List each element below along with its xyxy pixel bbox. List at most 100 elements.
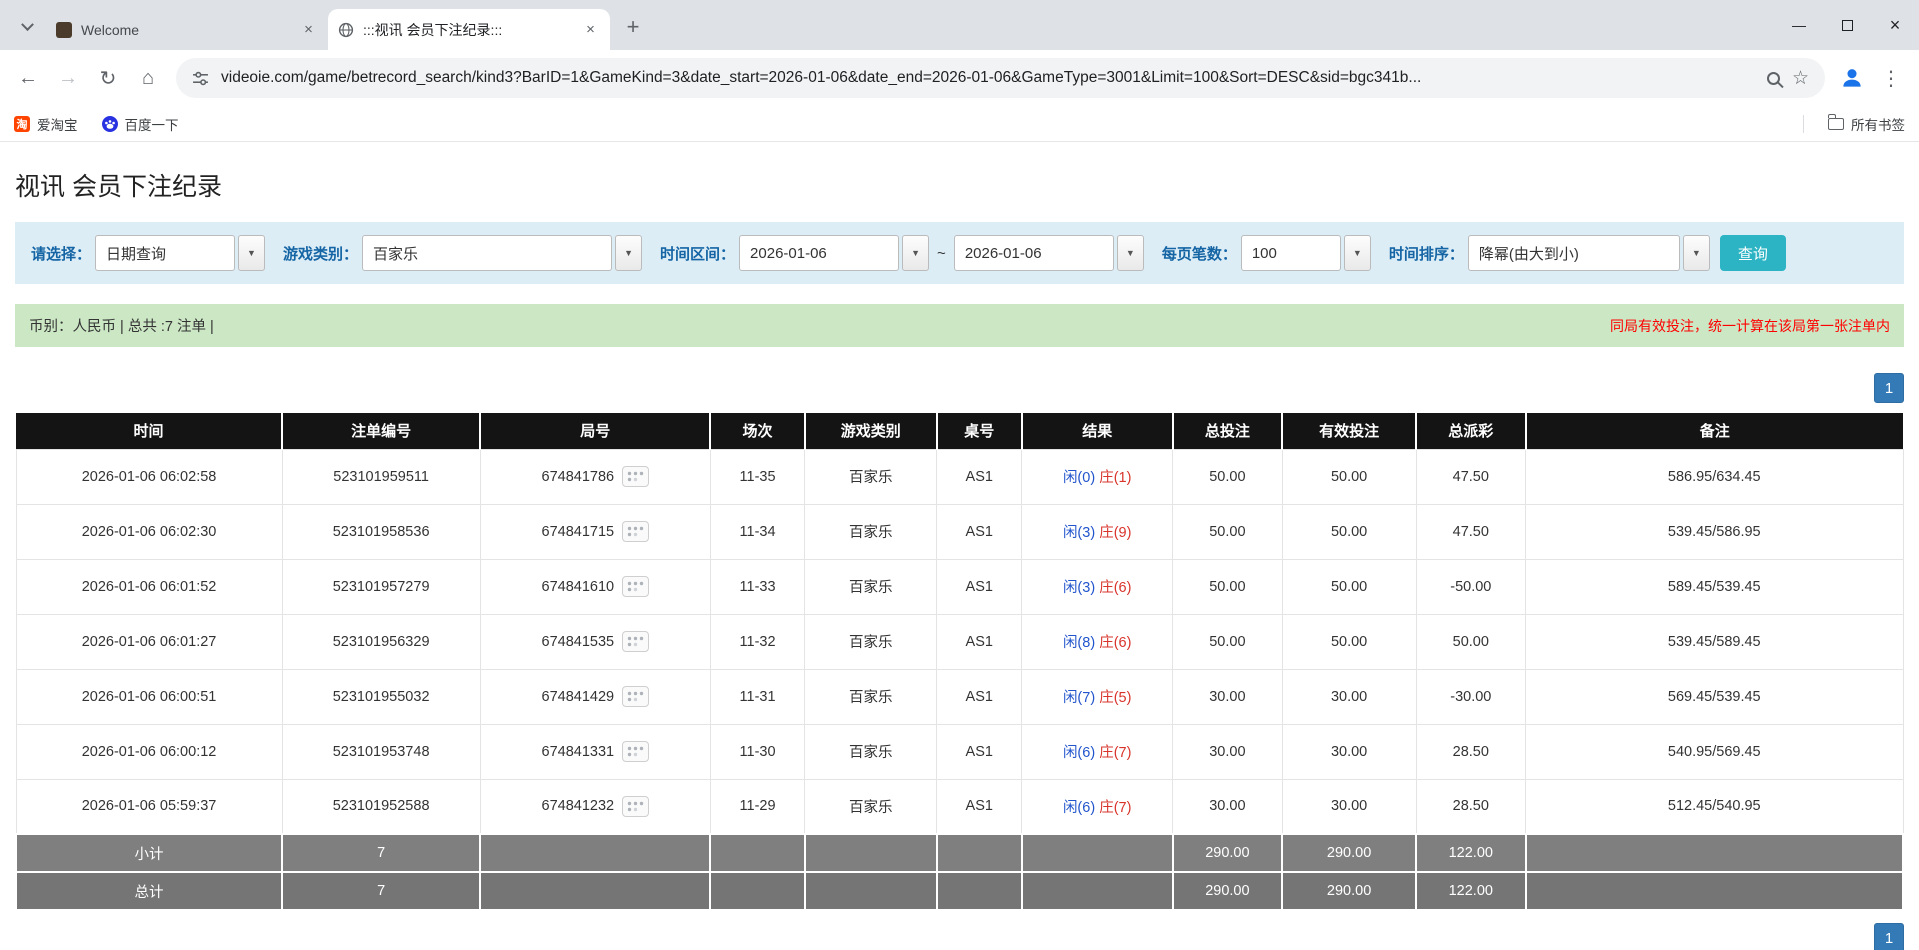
nav-bar: ← → ↻ ⌂ videoie.com/game/betrecord_searc…	[0, 50, 1919, 106]
date-range-separator: ~	[937, 245, 946, 262]
bookmark-aitaobao[interactable]: 淘 爱淘宝	[14, 114, 78, 134]
roadmap-icon[interactable]	[622, 576, 649, 597]
bookmark-star-icon[interactable]: ☆	[1792, 67, 1809, 90]
roadmap-icon[interactable]	[622, 796, 649, 817]
cell-result: 闲(3) 庄(9)	[1022, 504, 1173, 559]
site-info-icon[interactable]	[192, 70, 209, 87]
cell-table-no: AS1	[937, 449, 1022, 504]
close-window-button[interactable]: ×	[1871, 0, 1919, 50]
cell-bet-id: 523101957279	[282, 559, 480, 614]
roadmap-icon[interactable]	[622, 631, 649, 652]
cell-time: 2026-01-06 05:59:37	[16, 779, 282, 834]
per-page-input[interactable]: 100	[1241, 235, 1341, 271]
maximize-button[interactable]	[1823, 0, 1871, 50]
maximize-icon	[1842, 20, 1853, 31]
round-id-text: 674841786	[542, 469, 615, 485]
cell-total-bet[interactable]: 50.00	[1173, 449, 1282, 504]
tab-betrecord[interactable]: :::视讯 会员下注纪录::: ×	[328, 9, 610, 50]
cell-session: 11-34	[710, 504, 804, 559]
cell-total-bet[interactable]: 50.00	[1173, 559, 1282, 614]
cell-payout: 28.50	[1416, 724, 1525, 779]
tab-welcome[interactable]: Welcome ×	[46, 9, 328, 50]
cell-time: 2026-01-06 06:01:52	[16, 559, 282, 614]
round-id-text: 674841535	[542, 634, 615, 650]
sort-input[interactable]: 降幂(由大到小)	[1468, 235, 1680, 271]
roadmap-icon[interactable]	[622, 466, 649, 487]
col-header-bet-id: 注单编号	[282, 413, 480, 449]
date-end-dropdown-button[interactable]: ▼	[1117, 235, 1144, 271]
cell-note: 539.45/589.45	[1526, 614, 1903, 669]
cell-note: 589.45/539.45	[1526, 559, 1903, 614]
tab-search-button[interactable]	[12, 12, 42, 42]
cell-time: 2026-01-06 06:02:30	[16, 504, 282, 559]
minimize-button[interactable]: —	[1775, 0, 1823, 50]
url-text[interactable]: videoie.com/game/betrecord_search/kind3?…	[221, 69, 1755, 87]
roadmap-icon[interactable]	[622, 521, 649, 542]
result-player: 闲(3)	[1063, 525, 1095, 541]
bookmarks-bar: 淘 爱淘宝 百度一下 所有书签	[0, 106, 1919, 142]
menu-kebab-icon[interactable]: ⋮	[1873, 60, 1909, 96]
sort-dropdown-button[interactable]: ▼	[1683, 235, 1710, 271]
subtotal-label: 小计	[16, 834, 282, 872]
cell-total-bet[interactable]: 30.00	[1173, 779, 1282, 834]
result-player: 闲(8)	[1063, 635, 1095, 651]
cell-note: 586.95/634.45	[1526, 449, 1903, 504]
close-tab-icon[interactable]: ×	[581, 20, 600, 39]
search-button[interactable]: 查询	[1720, 235, 1786, 271]
roadmap-icon[interactable]	[622, 686, 649, 707]
result-player: 闲(6)	[1063, 800, 1095, 816]
roadmap-icon[interactable]	[622, 741, 649, 762]
cell-total-bet[interactable]: 50.00	[1173, 504, 1282, 559]
cell-valid-bet: 30.00	[1282, 669, 1416, 724]
cell-valid-bet: 30.00	[1282, 779, 1416, 834]
new-tab-button[interactable]: +	[618, 12, 648, 42]
game-kind-input[interactable]: 百家乐	[362, 235, 612, 271]
query-type-input[interactable]: 日期查询	[95, 235, 235, 271]
cell-game: 百家乐	[805, 724, 937, 779]
cell-bet-id: 523101953748	[282, 724, 480, 779]
cell-table-no: AS1	[937, 559, 1022, 614]
bookmark-baidu[interactable]: 百度一下	[102, 114, 179, 134]
page-1-button[interactable]: 1	[1874, 373, 1904, 403]
date-start-dropdown-button[interactable]: ▼	[902, 235, 929, 271]
cell-payout: -50.00	[1416, 559, 1525, 614]
dropdown-arrow-icon: ▼	[1353, 248, 1362, 258]
col-header-session: 场次	[710, 413, 804, 449]
profile-avatar[interactable]	[1835, 61, 1869, 95]
address-bar[interactable]: videoie.com/game/betrecord_search/kind3?…	[176, 58, 1825, 98]
home-button[interactable]: ⌂	[130, 60, 166, 96]
page-1-button[interactable]: 1	[1874, 923, 1904, 950]
table-header-row: 时间 注单编号 局号 场次 游戏类别 桌号 结果 总投注 有效投注 总派彩 备注	[16, 413, 1903, 449]
date-end-input[interactable]: 2026-01-06	[954, 235, 1114, 271]
cell-total-bet[interactable]: 30.00	[1173, 669, 1282, 724]
close-tab-icon[interactable]: ×	[299, 20, 318, 39]
cell-time: 2026-01-06 06:02:58	[16, 449, 282, 504]
forward-button[interactable]: →	[50, 60, 86, 96]
cell-round-id: 674841331	[480, 724, 710, 779]
date-start-input[interactable]: 2026-01-06	[739, 235, 899, 271]
result-banker: 庄(1)	[1099, 470, 1131, 486]
refresh-button[interactable]: ↻	[90, 60, 126, 96]
cell-table-no: AS1	[937, 724, 1022, 779]
cell-result: 闲(7) 庄(5)	[1022, 669, 1173, 724]
round-id-text: 674841232	[542, 798, 615, 814]
filter-bar: 请选择： 日期查询 ▼ 游戏类别： 百家乐 ▼ 时间区间： 2026-01-06…	[15, 222, 1904, 284]
all-bookmarks-button[interactable]: 所有书签	[1828, 114, 1905, 134]
game-kind-label: 游戏类别：	[283, 243, 358, 264]
cell-valid-bet: 50.00	[1282, 614, 1416, 669]
table-row: 2026-01-06 06:01:52 523101957279 6748416…	[16, 559, 1903, 614]
round-id-text: 674841429	[542, 689, 615, 705]
cell-round-id: 674841610	[480, 559, 710, 614]
date-range-label: 时间区间：	[660, 243, 735, 264]
cell-payout: 47.50	[1416, 449, 1525, 504]
cell-total-bet[interactable]: 30.00	[1173, 724, 1282, 779]
cell-total-bet[interactable]: 50.00	[1173, 614, 1282, 669]
cell-note: 512.45/540.95	[1526, 779, 1903, 834]
subtotal-count: 7	[282, 834, 480, 872]
back-button[interactable]: ←	[10, 60, 46, 96]
game-kind-dropdown-button[interactable]: ▼	[615, 235, 642, 271]
bet-records-table: 时间 注单编号 局号 场次 游戏类别 桌号 结果 总投注 有效投注 总派彩 备注…	[15, 413, 1904, 911]
per-page-dropdown-button[interactable]: ▼	[1344, 235, 1371, 271]
query-type-dropdown-button[interactable]: ▼	[238, 235, 265, 271]
zoom-icon[interactable]	[1767, 72, 1780, 85]
